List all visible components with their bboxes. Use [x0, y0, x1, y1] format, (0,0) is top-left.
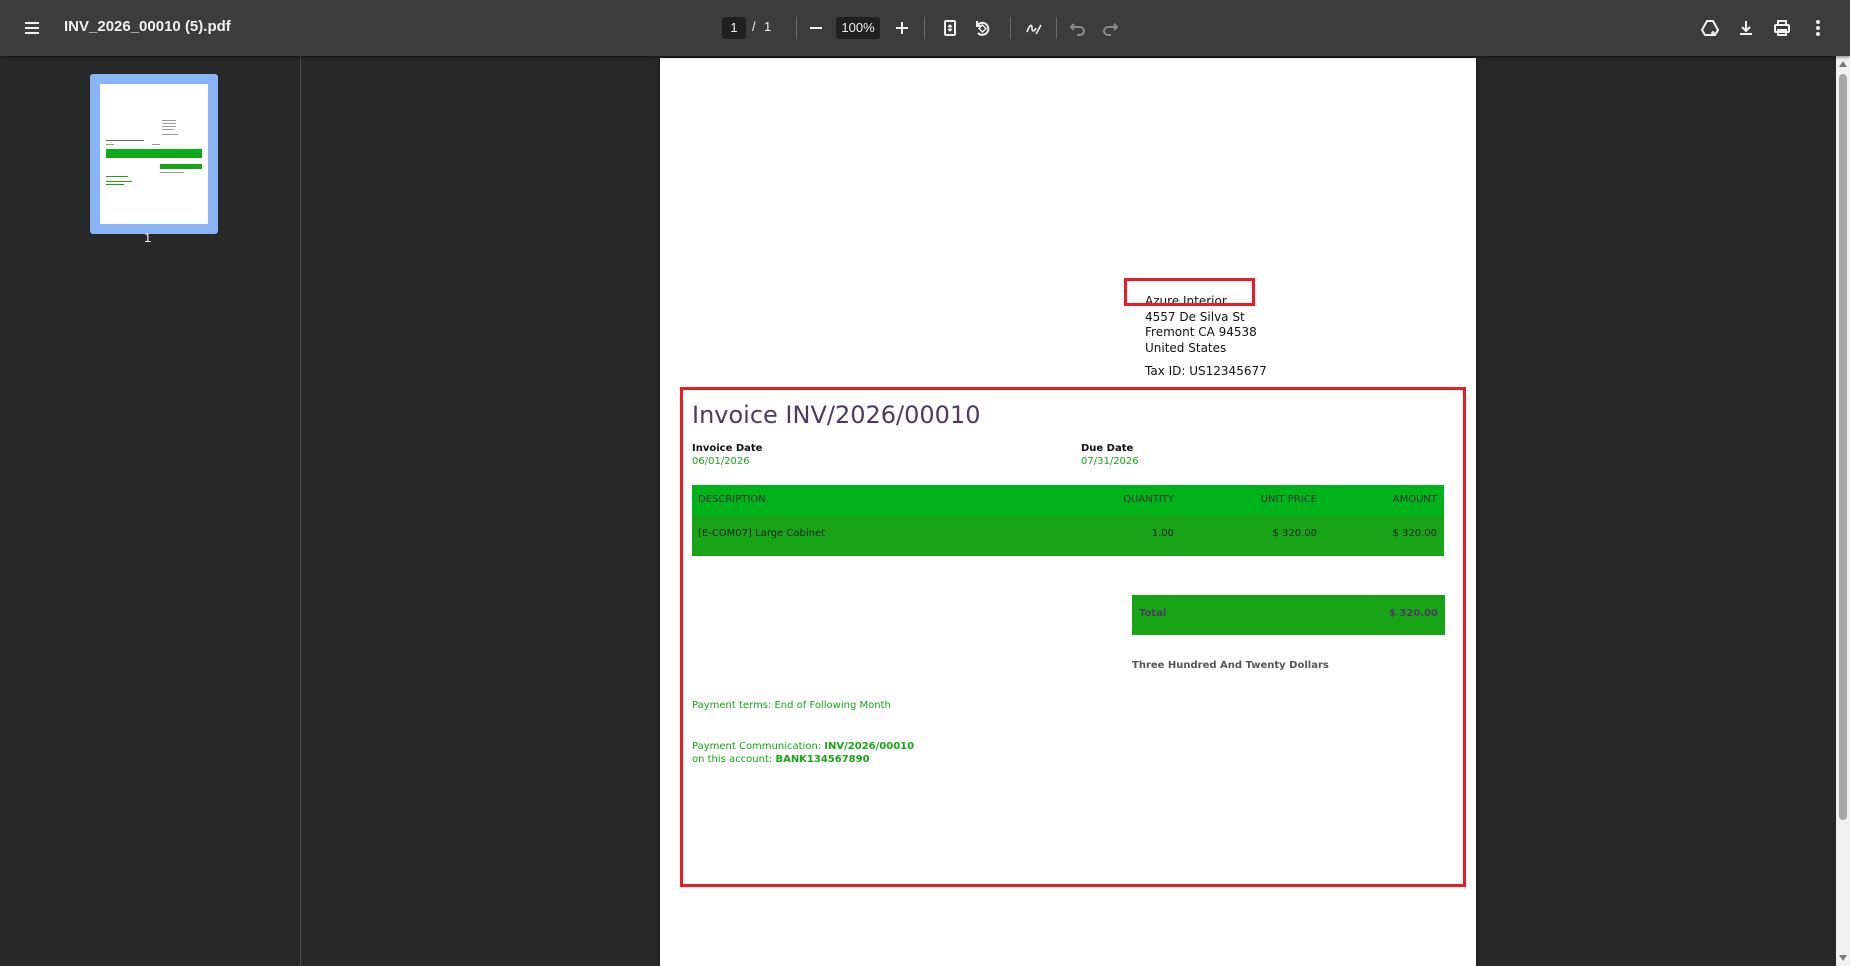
invoice-title: Invoice INV/2026/00010	[692, 401, 981, 429]
invoice-date-value: 06/01/2026	[692, 456, 750, 467]
payment-comm-label: Payment Communication:	[692, 741, 825, 752]
account-number: BANK134567890	[775, 754, 870, 765]
more-icon[interactable]	[1802, 12, 1834, 44]
scrollbar-thumb[interactable]	[1839, 74, 1847, 820]
due-date-value: 07/31/2026	[1081, 456, 1139, 467]
account-label: on this account:	[692, 754, 776, 765]
column-header-description: DESCRIPTION	[698, 494, 766, 505]
rotate-icon[interactable]	[966, 12, 998, 44]
address-street: 4557 De Silva St	[1145, 309, 1245, 324]
page-separator: /	[752, 19, 756, 34]
toolbar-divider	[1056, 17, 1057, 39]
invoice-lines-table: DESCRIPTION QUANTITY UNIT PRICE AMOUNT […	[692, 485, 1444, 556]
column-header-quantity: QUANTITY	[1123, 494, 1174, 505]
toolbar-divider	[796, 17, 797, 39]
toolbar-divider	[1010, 17, 1011, 39]
due-date-label: Due Date	[1081, 443, 1134, 454]
zoom-out-icon[interactable]	[800, 12, 832, 44]
table-header: DESCRIPTION QUANTITY UNIT PRICE AMOUNT	[692, 485, 1444, 515]
scroll-up-arrow-icon[interactable]	[1839, 61, 1847, 67]
scroll-down-arrow-icon[interactable]	[1839, 955, 1847, 961]
thumbnail-sidebar: 1	[0, 56, 301, 966]
address-city: Fremont CA 94538	[1145, 325, 1257, 339]
toolbar-divider	[924, 17, 925, 39]
table-row: [E-COM07] Large Cabinet 1.00 $ 320.00 $ …	[692, 515, 1444, 556]
zoom-in-icon[interactable]	[886, 12, 918, 44]
thumbnail-preview	[100, 84, 208, 224]
column-header-amount: AMOUNT	[1392, 494, 1437, 505]
total-value: $ 320.00	[1388, 608, 1438, 619]
pdf-toolbar: INV_2026_00010 (5).pdf 1 / 1 100%	[0, 0, 1850, 56]
undo-icon[interactable]	[1062, 12, 1094, 44]
amount-in-words: Three Hundred And Twenty Dollars	[1132, 660, 1329, 671]
address-country: United States	[1145, 340, 1227, 355]
line-quantity: 1.00	[1151, 528, 1174, 539]
total-box: Total $ 320.00	[1132, 595, 1445, 635]
pdf-page: Azure Interior 4557 De Silva St Fremont …	[660, 58, 1476, 966]
payment-communication: Payment Communication: INV/2026/00010 on…	[692, 740, 914, 766]
annotate-icon[interactable]	[1018, 12, 1050, 44]
drive-icon[interactable]	[1694, 12, 1726, 44]
line-description: [E-COM07] Large Cabinet	[698, 528, 826, 539]
fit-page-icon[interactable]	[934, 12, 966, 44]
total-label: Total	[1139, 608, 1167, 619]
payment-comm-ref: INV/2026/00010	[824, 741, 915, 752]
total-pages: 1	[764, 19, 772, 34]
download-icon[interactable]	[1730, 12, 1762, 44]
line-unit-price: $ 320.00	[1272, 528, 1317, 539]
invoice-date-label: Invoice Date	[692, 443, 763, 454]
print-icon[interactable]	[1766, 12, 1798, 44]
payment-terms: Payment terms: End of Following Month	[692, 700, 891, 711]
page-thumbnail[interactable]	[90, 74, 218, 234]
highlight-box-invoice	[680, 387, 1466, 887]
tax-id: Tax ID: US12345677	[1145, 364, 1267, 378]
zoom-input[interactable]: 100%	[836, 17, 880, 39]
line-amount: $ 320.00	[1392, 528, 1437, 539]
page-number-input[interactable]: 1	[722, 17, 746, 39]
document-title: INV_2026_00010 (5).pdf	[64, 18, 231, 35]
thumbnail-page-number: 1	[144, 230, 152, 245]
menu-icon[interactable]	[16, 12, 48, 44]
redo-icon[interactable]	[1094, 12, 1126, 44]
column-header-unit-price: UNIT PRICE	[1260, 494, 1317, 505]
highlight-box-customer	[1124, 278, 1255, 306]
vertical-scrollbar[interactable]	[1836, 56, 1850, 966]
